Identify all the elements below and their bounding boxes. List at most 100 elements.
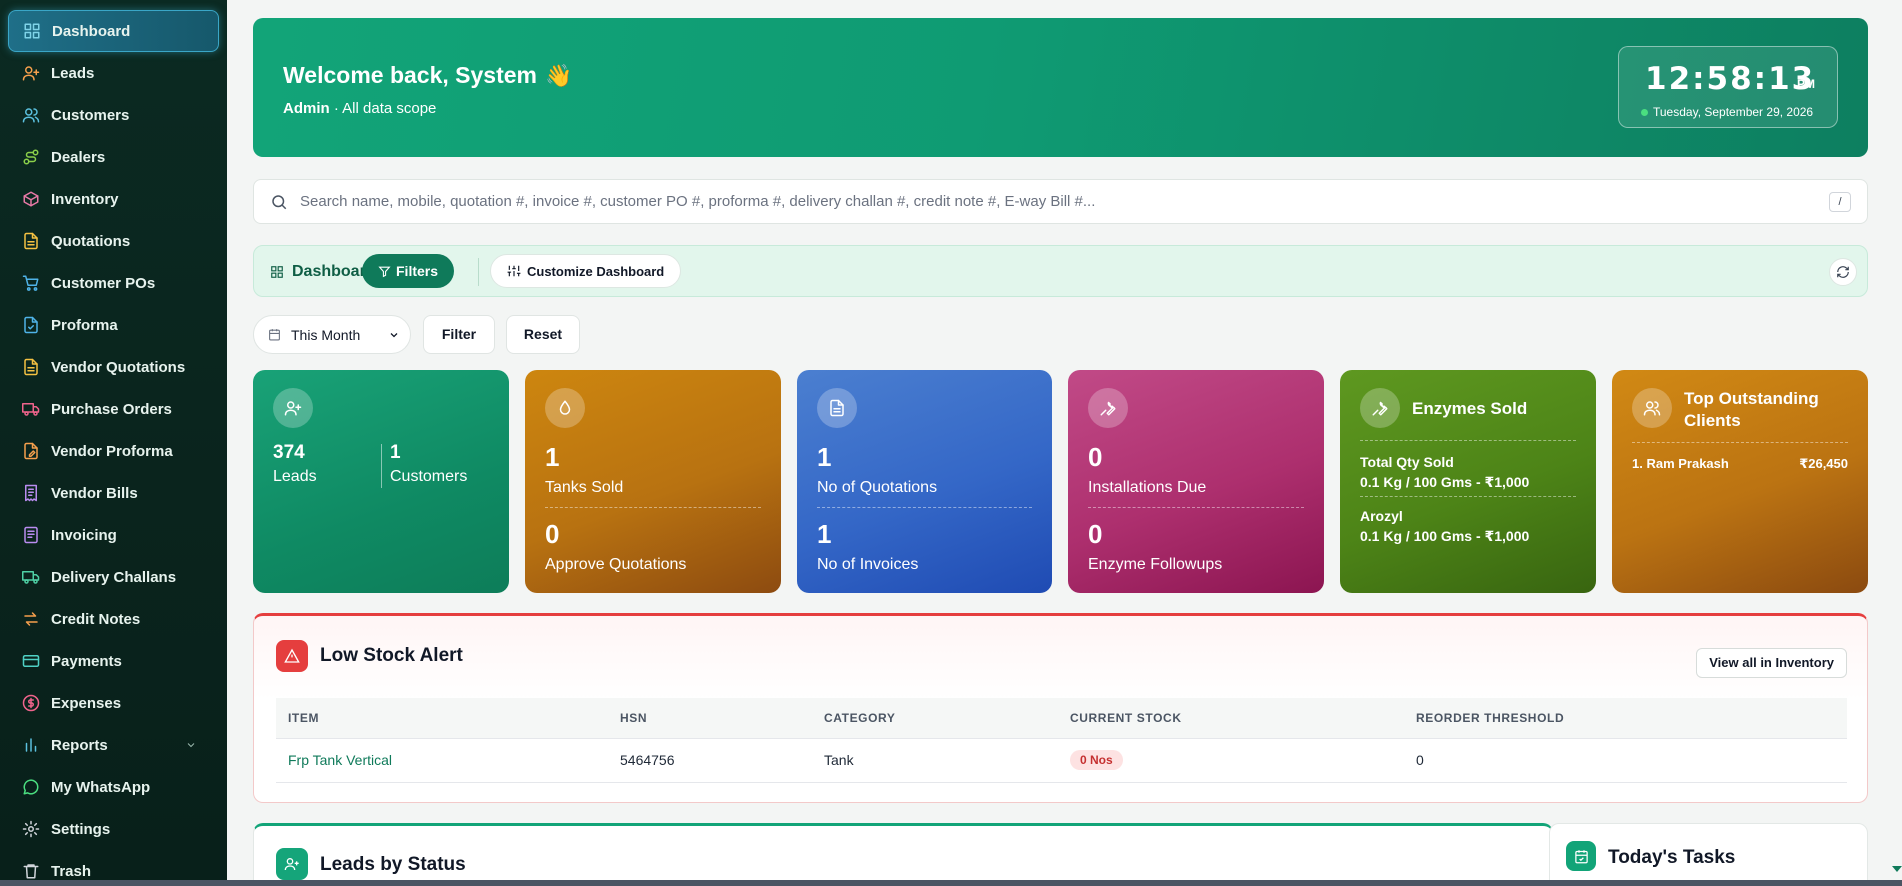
card-divider	[817, 507, 1032, 508]
refresh-button[interactable]	[1829, 258, 1857, 286]
sidebar-item-my-whatsapp[interactable]: My WhatsApp	[8, 766, 219, 808]
table-header-row: ITEM HSN CATEGORY CURRENT STOCK REORDER …	[276, 698, 1847, 739]
tanks-sold-label: Tanks Sold	[545, 479, 624, 496]
clock-date: Tuesday, September 29, 2026	[1641, 105, 1813, 119]
sidebar-item-vendor-quotations[interactable]: Vendor Quotations	[8, 346, 219, 388]
scroll-down-arrow-icon[interactable]	[1892, 866, 1902, 872]
card-divider	[1632, 442, 1848, 443]
user-plus-icon	[276, 848, 308, 880]
route-icon	[22, 148, 40, 166]
quotations-count: 1	[817, 442, 832, 472]
sidebar-item-leads[interactable]: Leads	[8, 52, 219, 94]
card-divider	[545, 507, 761, 508]
sidebar-item-customers[interactable]: Customers	[8, 94, 219, 136]
sidebar-item-label: Inventory	[51, 190, 119, 208]
threshold-cell: 0	[1404, 738, 1847, 783]
sidebar-item-quotations[interactable]: Quotations	[8, 220, 219, 262]
sidebar-item-delivery-challans[interactable]: Delivery Challans	[8, 556, 219, 598]
top-outstanding-card[interactable]: Top Outstanding Clients 1. Ram Prakash ₹2…	[1612, 370, 1868, 593]
enzymes-sold-card[interactable]: Enzymes Sold Total Qty Sold 0.1 Kg / 100…	[1340, 370, 1596, 593]
sidebar-item-label: Vendor Quotations	[51, 358, 186, 376]
sidebar-item-reports[interactable]: Reports	[8, 724, 219, 766]
sidebar-item-dealers[interactable]: Dealers	[8, 136, 219, 178]
sidebar-item-dashboard[interactable]: Dashboard	[8, 10, 219, 52]
installations-due-count: 0	[1088, 442, 1103, 472]
filters-button[interactable]: Filters	[362, 254, 455, 288]
users-icon	[1632, 388, 1672, 428]
customers-label: Customers	[390, 468, 468, 485]
clock-widget: 12:58:13 PM Tuesday, September 29, 2026	[1618, 46, 1838, 128]
arozyl-label: Arozyl	[1360, 508, 1403, 524]
file-lines-icon	[22, 526, 40, 544]
leads-by-status-panel: Leads by Status	[253, 823, 1553, 886]
view-all-inventory-button[interactable]: View all in Inventory	[1696, 648, 1847, 678]
column-header[interactable]: HSN	[608, 698, 812, 739]
title-line-2: Clients	[1684, 411, 1741, 430]
search-input[interactable]	[300, 193, 1800, 210]
column-header[interactable]: CURRENT STOCK	[1058, 698, 1404, 739]
sidebar-item-label: Vendor Bills	[51, 484, 138, 502]
tanks-card[interactable]: 1 Tanks Sold 0 Approve Quotations	[525, 370, 781, 593]
sidebar-item-inventory[interactable]: Inventory	[8, 178, 219, 220]
leads-count: 374	[273, 442, 305, 463]
reset-button[interactable]: Reset	[506, 315, 580, 354]
sidebar-item-vendor-bills[interactable]: Vendor Bills	[8, 472, 219, 514]
message-circle-icon	[22, 778, 40, 796]
card-divider	[1088, 507, 1304, 508]
sidebar-item-settings[interactable]: Settings	[8, 808, 219, 850]
table-row: Frp Tank Vertical 5464756 Tank 0 Nos 0	[276, 738, 1847, 783]
sidebar: Dashboard Leads Customers Dealers Invent…	[0, 0, 227, 886]
period-value: This Month	[291, 326, 361, 343]
toolbar-divider	[478, 258, 479, 286]
enzyme-followups-count: 0	[1088, 519, 1103, 549]
installations-card[interactable]: 0 Installations Due 0 Enzyme Followups	[1068, 370, 1324, 593]
chevron-down-icon	[390, 333, 398, 338]
column-header[interactable]: ITEM	[276, 698, 608, 739]
tanks-sold-count: 1	[545, 442, 560, 472]
invoices-count: 1	[817, 519, 832, 549]
card-divider	[1360, 440, 1576, 441]
sidebar-item-vendor-proforma[interactable]: Vendor Proforma	[8, 430, 219, 472]
sidebar-item-label: Leads	[51, 64, 95, 82]
calendar-check-icon	[1566, 841, 1596, 871]
truck-icon	[22, 568, 40, 586]
sidebar-item-label: Expenses	[51, 694, 122, 712]
status-badge: 0 Nos	[1070, 750, 1123, 770]
wrench-icon	[1088, 388, 1128, 428]
approve-quotations-count: 0	[545, 519, 560, 549]
window-bottom-edge	[0, 880, 1902, 886]
todays-tasks-title: Today's Tasks	[1608, 847, 1736, 868]
sidebar-item-expenses[interactable]: Expenses	[8, 682, 219, 724]
period-select[interactable]: This Month	[253, 315, 411, 354]
hsn-cell: 5464756	[608, 738, 812, 783]
filter-button[interactable]: Filter	[423, 315, 495, 354]
quotations-label: No of Quotations	[817, 479, 938, 496]
sidebar-item-payments[interactable]: Payments	[8, 640, 219, 682]
item-link[interactable]: Frp Tank Vertical	[288, 752, 392, 768]
dollar-circle-icon	[22, 694, 40, 712]
customize-dashboard-button[interactable]: Customize Dashboard	[490, 254, 682, 288]
waving-hand-icon: 👋	[544, 63, 573, 88]
sidebar-item-label: Dashboard	[52, 22, 131, 40]
column-header[interactable]: REORDER THRESHOLD	[1404, 698, 1847, 739]
sidebar-item-purchase-orders[interactable]: Purchase Orders	[8, 388, 219, 430]
trash-icon	[22, 862, 40, 880]
quotations-invoices-card[interactable]: 1 No of Quotations 1 No of Invoices	[797, 370, 1052, 593]
invoices-label: No of Invoices	[817, 556, 919, 573]
user-plus-icon	[22, 64, 40, 82]
sidebar-item-label: Proforma	[51, 316, 118, 334]
date-text: Tuesday, September 29, 2026	[1653, 105, 1814, 119]
user-plus-icon	[273, 388, 313, 428]
enzymes-sold-title: Enzymes Sold	[1412, 399, 1528, 418]
grid-icon	[271, 266, 283, 278]
file-text-icon	[817, 388, 857, 428]
stock-cell: 0 Nos	[1058, 738, 1404, 783]
sidebar-item-invoicing[interactable]: Invoicing	[8, 514, 219, 556]
sidebar-item-credit-notes[interactable]: Credit Notes	[8, 598, 219, 640]
column-header[interactable]: CATEGORY	[812, 698, 1058, 739]
main-content: Welcome back, System 👋 Admin · All data s…	[227, 0, 1902, 886]
leads-customers-card[interactable]: 374 Leads 1 Customers	[253, 370, 509, 593]
sidebar-item-proforma[interactable]: Proforma	[8, 304, 219, 346]
file-text-icon	[22, 358, 40, 376]
sidebar-item-customer-pos[interactable]: Customer POs	[8, 262, 219, 304]
